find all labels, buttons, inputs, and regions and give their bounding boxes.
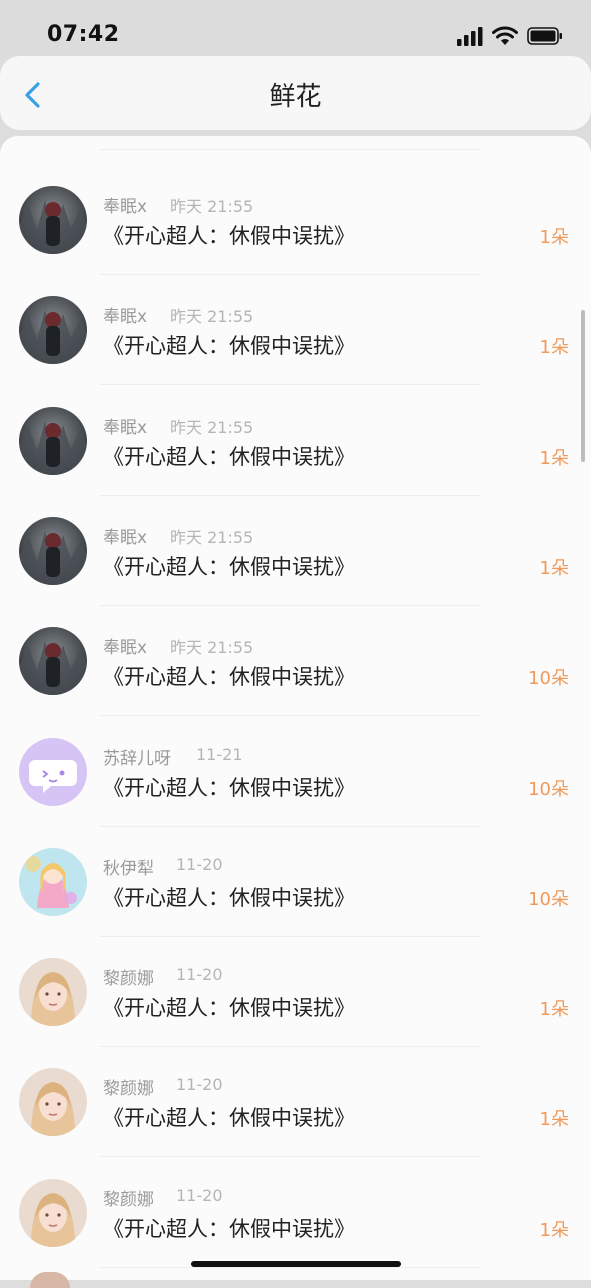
nav-bar: 鲜花 [0,56,591,130]
user-name[interactable]: 奉眠x [103,523,147,548]
timestamp: 11-20 [176,1185,223,1205]
signal-icon [457,27,483,46]
flower-list[interactable]: 奉眠x 昨天 21:55 《开心超人：休假中误扰》 1朵 奉眠x 昨天 21:55 《开心超… [0,136,591,1280]
gift-title: 《开心超人：休假中误扰》 [103,224,355,248]
list-item[interactable]: 奉眠x 昨天 21:55 《开心超人：休假中误扰》 10朵 [0,591,591,717]
list-item[interactable]: 黎颜娜 11-20 《开心超人：休假中误扰》 1朵 [0,1032,591,1158]
flower-count: 1朵 [539,337,569,359]
gift-title: 《开心超人：休假中误扰》 [103,665,355,690]
list-item[interactable]: 黎颜娜 11-20 《开心超人：休假中误扰》 1朵 [0,922,591,1048]
gift-title: 《开心超人：休假中误扰》 [103,1216,355,1241]
avatar[interactable] [19,406,87,475]
gift-title: 《开心超人：休假中误扰》 [103,334,355,359]
user-name[interactable]: 黎颜娜 [103,1074,154,1099]
flower-count: 1朵 [539,999,569,1021]
list-item[interactable]: 奉眠x 昨天 21:55 《开心超人：休假中误扰》 1朵 [0,371,591,496]
flower-count: 1朵 [539,447,569,469]
flower-count: 1朵 [539,1219,569,1241]
timestamp: 11-20 [176,1075,223,1095]
page-title: 鲜花 [269,82,322,112]
timestamp: 11-20 [176,965,223,985]
status-bar: 07:42 [0,0,591,56]
scrollbar[interactable] [581,310,585,462]
user-name[interactable]: 奉眠x [103,633,147,658]
user-name[interactable]: 奉眠x [103,192,147,217]
list-item[interactable]: 黎颜娜 11-20 《开心超人：休假中误扰》 1朵 [0,1143,591,1268]
user-name[interactable]: 秋伊犁 [103,854,154,879]
avatar[interactable] [19,958,87,1027]
timestamp: 昨天 21:55 [170,638,254,658]
wifi-icon [492,26,518,45]
avatar[interactable] [19,516,87,585]
gift-title: 《开心超人：休假中误扰》 [103,444,355,469]
status-time: 07:42 [47,22,120,47]
avatar[interactable] [19,296,87,365]
user-name[interactable]: 黎颜娜 [103,1185,154,1210]
status-icons [443,26,563,48]
avatar[interactable] [19,1178,87,1247]
flower-count: 10朵 [528,778,569,800]
timestamp: 11-21 [196,744,243,764]
list-item[interactable]: 苏辞儿呀 11-21 《开心超人：休假中误扰》 10朵 [0,702,591,827]
timestamp: 昨天 21:55 [170,417,254,437]
timestamp: 昨天 21:55 [170,307,254,327]
user-name[interactable]: 黎颜娜 [103,964,154,989]
user-name[interactable]: 苏辞儿呀 [103,744,171,769]
avatar[interactable] [19,737,87,806]
avatar[interactable] [19,186,87,254]
gift-title: 《开心超人：休假中误扰》 [103,554,355,579]
gift-title: 《开心超人：休假中误扰》 [103,996,355,1021]
flower-count: 10朵 [528,668,569,690]
user-name[interactable]: 奉眠x [103,302,147,327]
gift-title: 《开心超人：休假中误扰》 [103,775,355,800]
timestamp: 昨天 21:55 [170,197,254,216]
home-indicator[interactable] [191,1261,401,1267]
avatar[interactable] [19,627,87,696]
flower-count: 1朵 [539,227,569,248]
battery-icon [527,27,562,45]
list-item[interactable]: 秋伊犁 11-20 《开心超人：休假中误扰》 10朵 [0,812,591,937]
avatar[interactable] [19,847,87,916]
avatar[interactable] [19,1068,87,1137]
list-item[interactable]: 奉眠x 昨天 21:55 《开心超人：休假中误扰》 1朵 [0,150,591,275]
list-item[interactable]: 奉眠x 昨天 21:55 《开心超人：休假中误扰》 1朵 [0,260,591,386]
list-item[interactable]: 奉眠x 昨天 21:55 《开心超人：休假中误扰》 1朵 [0,481,591,606]
gift-title: 《开心超人：休假中误扰》 [103,1106,355,1131]
timestamp: 昨天 21:55 [170,527,254,547]
timestamp: 11-20 [176,854,223,874]
flower-count: 1朵 [539,557,569,579]
gift-title: 《开心超人：休假中误扰》 [103,885,355,910]
user-name[interactable]: 奉眠x [103,413,147,438]
flower-count: 10朵 [528,888,569,910]
flower-count: 1朵 [539,1109,569,1131]
